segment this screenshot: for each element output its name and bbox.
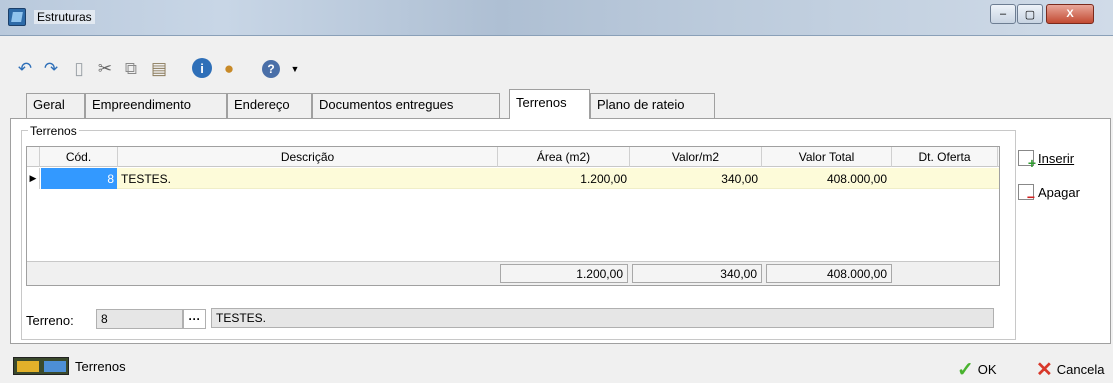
cell-valor-m2[interactable]: 340,00: [630, 168, 761, 189]
cut-icon[interactable]: ✂: [94, 58, 116, 80]
app-icon: [8, 8, 26, 26]
terrenos-status-icon: [13, 357, 69, 375]
redo-icon[interactable]: ↷: [40, 58, 62, 80]
minimize-button[interactable]: –: [990, 4, 1016, 24]
total-valor-m2: 340,00: [632, 264, 762, 283]
new-document-icon[interactable]: ▯: [68, 58, 90, 80]
terreno-description-field: TESTES.: [211, 308, 994, 328]
undo-icon[interactable]: ↶: [14, 58, 36, 80]
column-header-codigo[interactable]: Cód.: [40, 147, 118, 167]
delete-icon: [1018, 184, 1035, 205]
cell-descricao[interactable]: TESTES.: [118, 168, 498, 189]
tab-geral[interactable]: Geral: [26, 93, 85, 118]
terreno-lookup-button[interactable]: ···: [183, 309, 206, 329]
insert-button[interactable]: Inserir: [1018, 148, 1074, 171]
groupbox-label: Terrenos: [28, 124, 79, 138]
tab-terrenos[interactable]: Terrenos: [509, 89, 590, 119]
tab-documentos-entregues[interactable]: Documentos entregues: [312, 93, 500, 118]
column-header-descricao[interactable]: Descrição: [118, 147, 498, 167]
terreno-label: Terreno:: [26, 313, 74, 328]
close-button[interactable]: X: [1046, 4, 1094, 24]
column-header-valor-total[interactable]: Valor Total: [762, 147, 892, 167]
cancel-button[interactable]: ✕ Cancela: [1036, 357, 1104, 382]
ok-button[interactable]: ✓ OK: [957, 357, 997, 382]
total-area: 1.200,00: [500, 264, 628, 283]
tab-plano-de-rateio[interactable]: Plano de rateio: [590, 93, 715, 118]
cell-codigo[interactable]: 8: [41, 168, 117, 189]
tab-endereco[interactable]: Endereço: [227, 93, 312, 118]
title-bar: [0, 0, 1113, 36]
cell-valor-total[interactable]: 408.000,00: [762, 168, 890, 189]
info-icon[interactable]: i: [192, 58, 212, 78]
column-header-dt-oferta[interactable]: Dt. Oferta: [892, 147, 998, 167]
column-header-area[interactable]: Área (m2): [498, 147, 630, 167]
help-icon[interactable]: ?: [262, 60, 280, 78]
total-valor-total: 408.000,00: [766, 264, 892, 283]
status-label: Terrenos: [75, 359, 126, 374]
paste-icon[interactable]: ▤: [148, 58, 170, 80]
copy-icon[interactable]: ⧉: [120, 58, 142, 80]
terreno-code-field[interactable]: 8: [96, 309, 183, 329]
maximize-button[interactable]: ▢: [1017, 4, 1043, 24]
dropdown-arrow-icon[interactable]: ▼: [284, 58, 306, 80]
grid-header-indicator: [27, 147, 40, 167]
tab-empreendimento[interactable]: Empreendimento: [85, 93, 227, 118]
check-icon: ✓: [957, 359, 974, 381]
row-indicator-arrow-icon: ▶: [27, 168, 40, 189]
delete-button[interactable]: Apagar: [1018, 182, 1080, 205]
user-icon[interactable]: ●: [218, 58, 240, 80]
cell-dt-oferta[interactable]: [892, 168, 998, 189]
cancel-icon: ✕: [1036, 359, 1053, 381]
window-title: Estruturas: [34, 10, 95, 24]
column-header-valor-m2[interactable]: Valor/m2: [630, 147, 762, 167]
cell-area[interactable]: 1.200,00: [498, 168, 630, 189]
insert-icon: [1018, 150, 1036, 171]
